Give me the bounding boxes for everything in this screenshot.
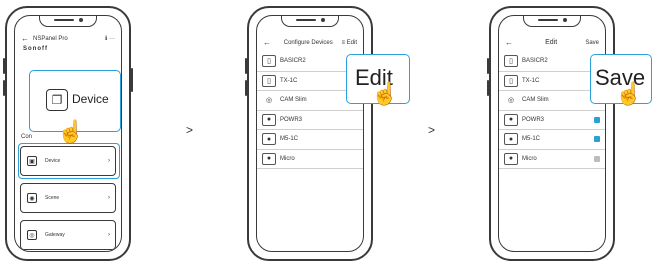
camera-icon: ◎ [265, 97, 273, 105]
callout-label: Device [72, 92, 109, 106]
plug-icon: ● [504, 113, 518, 126]
switch-icon: ▯ [262, 74, 276, 87]
app-header: ← Configure Devices ≡ Edit [263, 38, 357, 47]
step-arrow: > [428, 123, 436, 137]
phone-notch [39, 16, 97, 27]
list-item-label: POWR3 [280, 116, 303, 123]
list-item-label: M5-1C [280, 136, 299, 143]
side-button [487, 58, 489, 74]
list-item-label: BASICR2 [280, 58, 306, 65]
card-gateway[interactable]: ◎ Gateway › [20, 220, 116, 250]
header-icons[interactable]: ℹ ··· [105, 35, 115, 42]
highlight-box [18, 143, 120, 179]
tap-hand-icon: ☝ [615, 81, 643, 106]
chevron-right-icon: › [108, 232, 110, 238]
side-button [3, 58, 5, 74]
header-title: Configure Devices [283, 39, 333, 46]
switch-icon: ▯ [504, 55, 518, 68]
device-icon: ❐ [46, 89, 68, 111]
header-title: NSPanel Pro [33, 35, 68, 42]
list-item[interactable]: ● POWR3 [499, 111, 605, 130]
list-item-label: CAM Slim [522, 97, 549, 104]
side-button [245, 80, 247, 96]
gateway-icon: ◎ [27, 230, 37, 240]
tap-hand-icon: ☝ [371, 81, 399, 106]
list-item[interactable]: ● POWR3 [257, 111, 363, 130]
brand-logo: Sonoff [23, 46, 48, 52]
card-label: Gateway [45, 232, 65, 238]
list-item-label: Micro [522, 155, 537, 162]
switch-icon: ▯ [262, 55, 276, 68]
back-arrow-icon[interactable]: ← [21, 34, 29, 43]
edit-button[interactable]: ≡ Edit [342, 40, 358, 46]
save-button[interactable]: Save [585, 40, 599, 46]
plug-icon: ● [504, 133, 518, 146]
tap-hand-icon: ☝ [57, 119, 85, 144]
checkbox-checked[interactable] [594, 136, 600, 142]
back-arrow-icon[interactable]: ← [263, 38, 271, 47]
list-item-label: Micro [280, 155, 295, 162]
plug-icon: ● [504, 152, 518, 165]
chevron-right-icon: › [108, 195, 110, 201]
card-scene[interactable]: ◉ Scene › [20, 183, 116, 213]
plug-icon: ● [262, 113, 276, 126]
edit-label: Edit [346, 39, 358, 46]
section-label: Con [21, 134, 33, 140]
side-button [487, 80, 489, 96]
phone-mockup-1: ← NSPanel Pro ℹ ··· Sonoff Con ▣ Device … [3, 6, 133, 261]
side-button [131, 68, 133, 92]
list-item-label: TX-1C [522, 77, 540, 84]
plug-icon: ● [262, 133, 276, 146]
list-item-label: CAM Slim [280, 97, 307, 104]
side-button [245, 58, 247, 74]
switch-icon: ▯ [504, 74, 518, 87]
step-arrow: > [186, 123, 194, 137]
phone-mockup-2: ← Configure Devices ≡ Edit ▯ BASICR2 ▯ TX-… [245, 6, 410, 261]
camera-icon: ◎ [507, 97, 515, 105]
phone-screen: ← Configure Devices ≡ Edit ▯ BASICR2 ▯ TX-… [256, 15, 364, 252]
checkbox-unchecked[interactable] [594, 155, 600, 162]
app-header: ← Edit Save [505, 38, 599, 47]
list-item[interactable]: ● M5-1C [257, 130, 363, 150]
list-item-label: M5-1C [522, 136, 541, 143]
phone-notch [281, 16, 339, 27]
phone-mockup-3: ← Edit Save ▯ BASICR2 ▯ TX-1C ◎ CAM Slim ● P… [487, 6, 652, 261]
list-item[interactable]: ● Micro [257, 150, 363, 169]
side-button [3, 80, 5, 96]
list-item[interactable]: ● M5-1C [499, 130, 605, 150]
card-label: Scene [45, 195, 60, 201]
list-item[interactable]: ● Micro [499, 150, 605, 169]
plug-icon: ● [262, 152, 276, 165]
app-header: ← NSPanel Pro ℹ ··· [21, 34, 115, 43]
list-item-label: TX-1C [280, 77, 298, 84]
phone-screen: ← Edit Save ▯ BASICR2 ▯ TX-1C ◎ CAM Slim ● P… [498, 15, 606, 252]
list-item-label: BASICR2 [522, 58, 548, 65]
phone-notch [523, 16, 581, 27]
checkbox-checked[interactable] [594, 116, 600, 123]
list-item-label: POWR3 [522, 116, 545, 123]
scene-icon: ◉ [27, 193, 37, 203]
header-title: Edit [545, 39, 558, 46]
back-arrow-icon[interactable]: ← [505, 38, 513, 47]
